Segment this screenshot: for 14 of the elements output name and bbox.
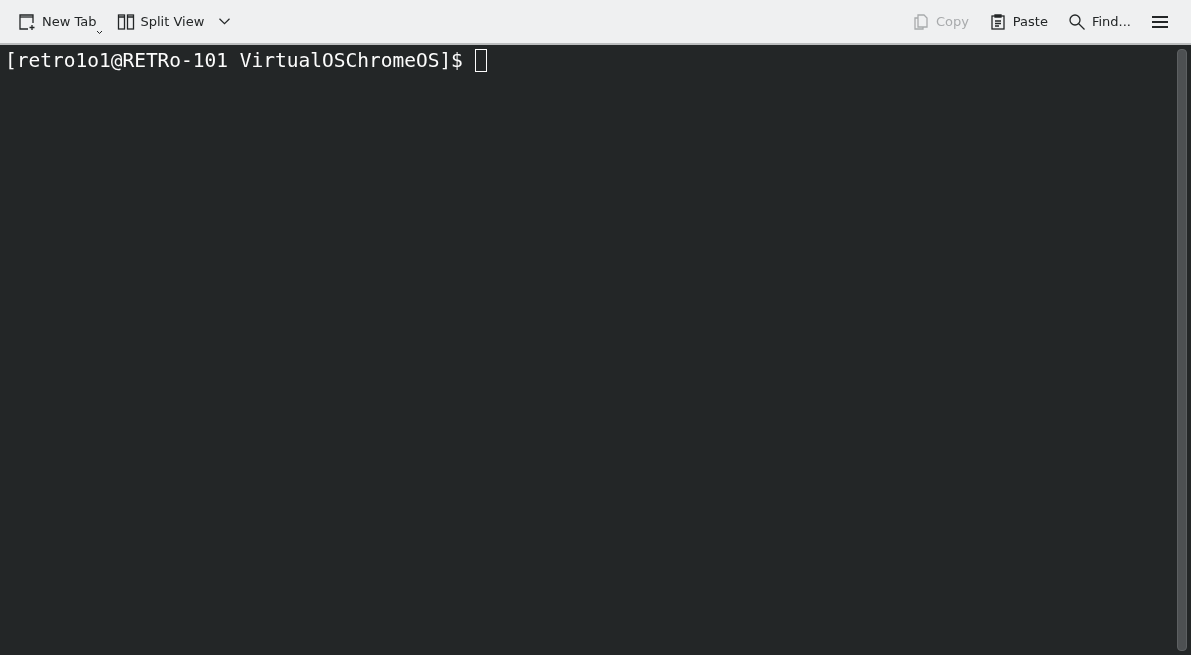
clipboard-icon bbox=[988, 12, 1007, 31]
caret-icon bbox=[95, 29, 103, 35]
split-view-button[interactable]: Split View bbox=[112, 8, 235, 35]
copy-icon bbox=[911, 12, 930, 31]
text-cursor bbox=[474, 49, 487, 72]
new-tab-icon bbox=[18, 12, 36, 31]
scrollbar-thumb[interactable] bbox=[1177, 49, 1187, 651]
new-tab-button[interactable]: New Tab bbox=[14, 8, 101, 35]
find-button[interactable]: Find... bbox=[1063, 8, 1135, 35]
caret-icon bbox=[219, 18, 231, 25]
paste-button[interactable]: Paste bbox=[984, 8, 1052, 35]
split-view-icon bbox=[116, 12, 135, 31]
search-icon bbox=[1067, 12, 1086, 31]
shell-prompt: [retro1o1@RETRo-101 VirtualOSChromeOS]$ bbox=[5, 49, 463, 72]
